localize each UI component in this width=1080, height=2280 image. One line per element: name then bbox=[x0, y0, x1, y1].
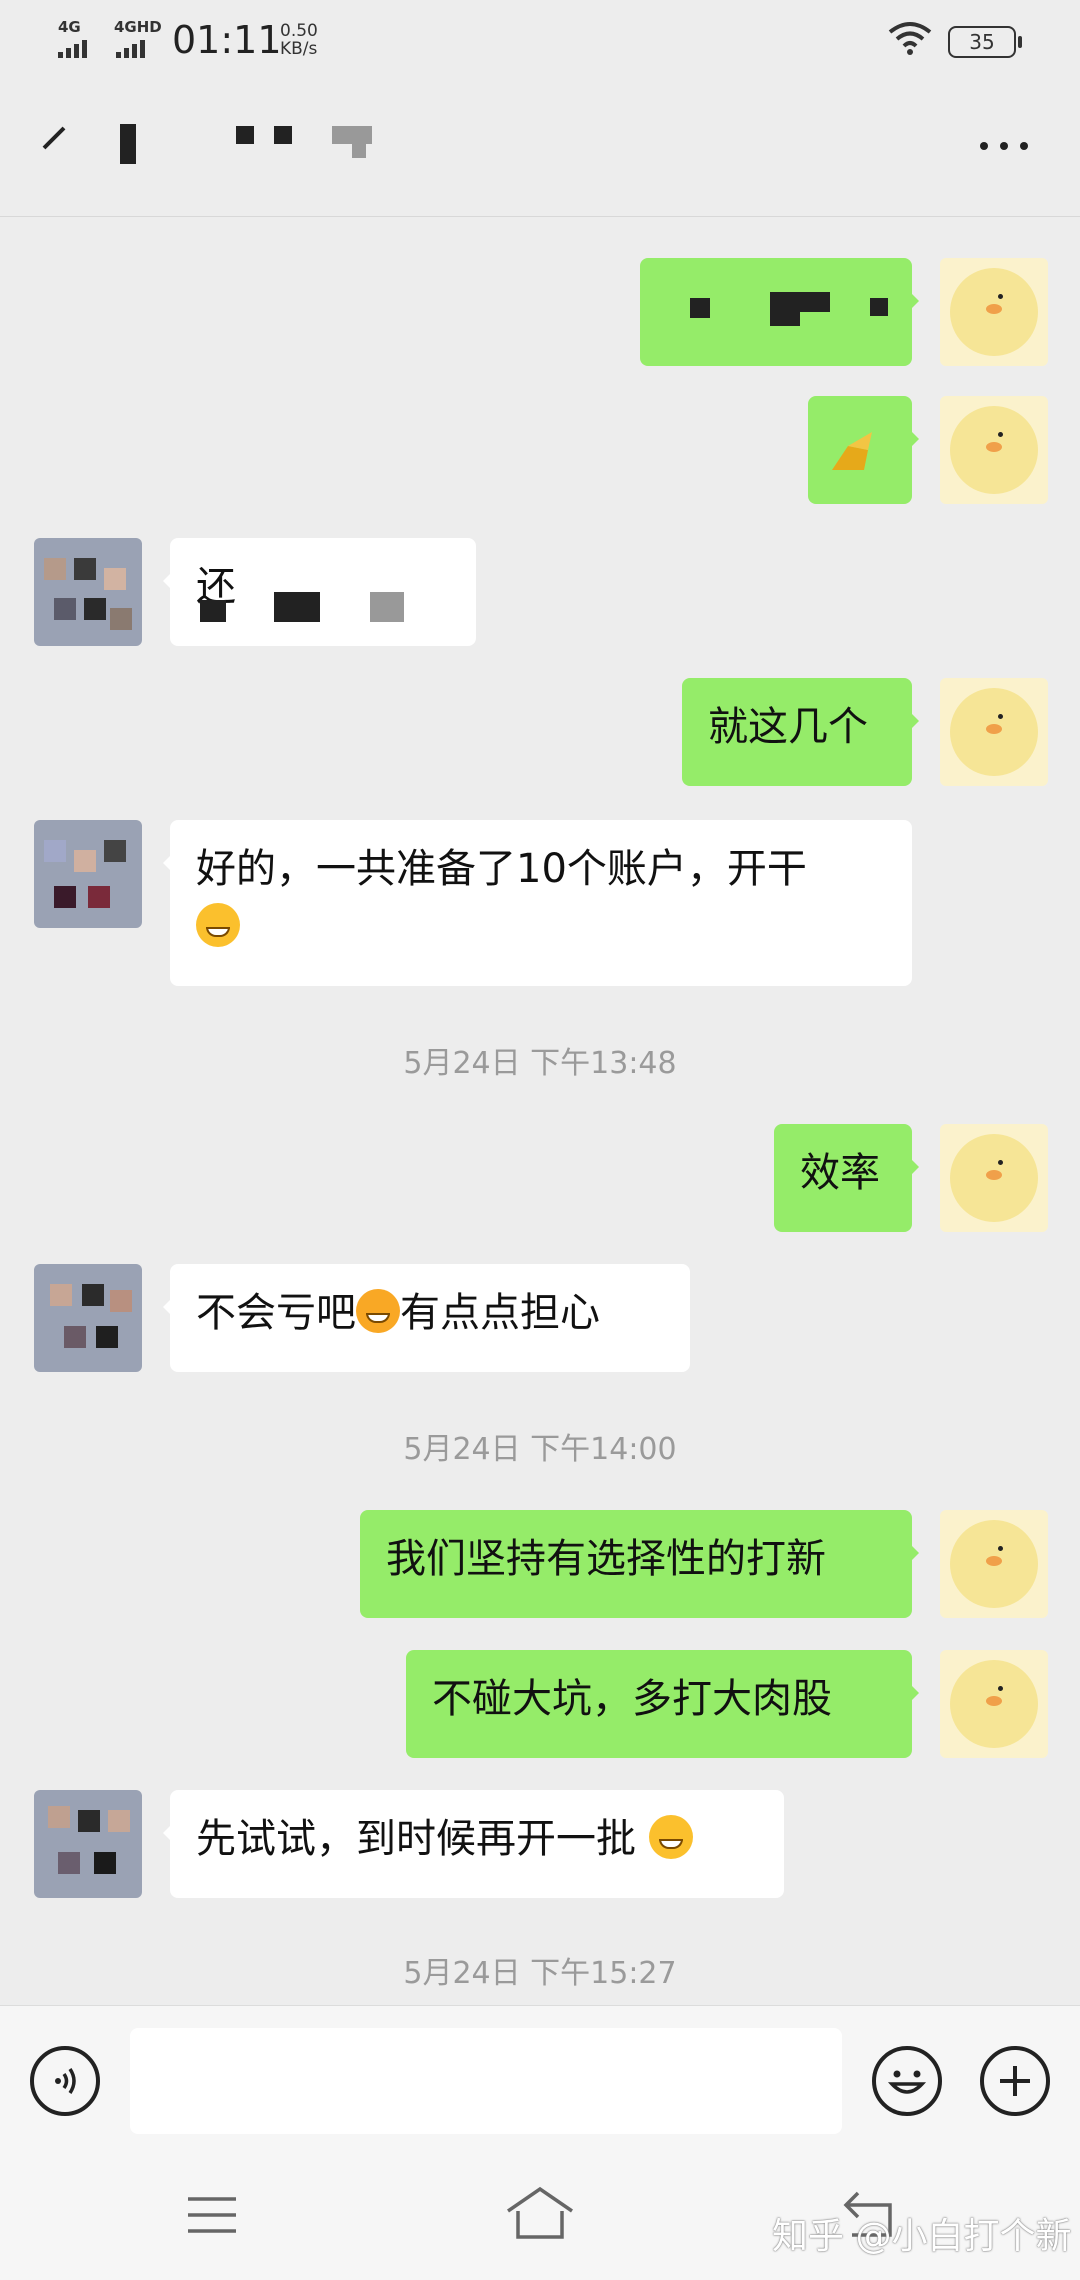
status-bar: 4G 4GHD 01:11 0.50 KB/s 35 bbox=[0, 0, 1080, 80]
voice-icon[interactable] bbox=[30, 2046, 100, 2116]
contact-avatar[interactable] bbox=[34, 820, 142, 928]
back-arrow-icon[interactable] bbox=[36, 124, 72, 164]
timestamp: 5月24日 下午14:00 bbox=[403, 1432, 677, 1467]
speed-value: 0.50 bbox=[280, 21, 318, 41]
sent-text-message[interactable]: 就这几个 bbox=[682, 678, 919, 786]
network-speed: 0.50 KB/s bbox=[280, 22, 318, 58]
emoji-icon[interactable] bbox=[872, 2046, 942, 2116]
my-avatar[interactable] bbox=[940, 258, 1048, 366]
my-avatar[interactable] bbox=[940, 396, 1048, 504]
message-text: 效率 bbox=[800, 1150, 880, 1196]
received-text-message[interactable]: 先试试，到时候再开一批 bbox=[163, 1790, 784, 1898]
sent-text-message[interactable]: 效率 bbox=[774, 1124, 919, 1232]
contact-avatar[interactable] bbox=[34, 1790, 142, 1898]
plus-icon[interactable] bbox=[980, 2046, 1050, 2116]
sent-image-message[interactable] bbox=[808, 396, 919, 504]
cry-laugh-emoji-icon bbox=[356, 1289, 400, 1333]
received-text-message[interactable]: 不会亏吧 有点点担心 bbox=[163, 1264, 690, 1372]
contact-avatar[interactable] bbox=[34, 1264, 142, 1372]
received-text-message[interactable]: 好的，一共准备了10个账户，开干 bbox=[163, 820, 912, 986]
network-indicator-2: 4GHD bbox=[114, 18, 162, 36]
more-dots-icon[interactable] bbox=[976, 136, 1036, 156]
battery-level: 35 bbox=[948, 26, 1022, 58]
wifi-icon bbox=[888, 22, 932, 55]
my-avatar[interactable] bbox=[940, 678, 1048, 786]
sent-text-message[interactable]: 不碰大坑，多打大肉股 bbox=[406, 1650, 919, 1758]
clock: 01:11 bbox=[172, 18, 282, 62]
contact-avatar[interactable] bbox=[34, 538, 142, 646]
message-text: 就这几个 bbox=[708, 704, 868, 750]
message-input[interactable] bbox=[130, 2028, 842, 2134]
message-text-a: 不会亏吧 bbox=[196, 1290, 356, 1336]
watermark: 知乎 @小白打个新 bbox=[772, 2216, 1072, 2257]
signal-bars-2-icon bbox=[116, 38, 145, 58]
message-text-b: 有点点担心 bbox=[400, 1290, 600, 1336]
received-text-message[interactable]: 还 bbox=[163, 538, 476, 646]
message-text: 我们坚持有选择性的打新 bbox=[386, 1536, 826, 1582]
menu-icon[interactable] bbox=[184, 2193, 240, 2237]
sent-image-message[interactable] bbox=[640, 258, 919, 366]
input-bar bbox=[0, 2005, 1080, 2156]
my-avatar[interactable] bbox=[940, 1124, 1048, 1232]
chat-header bbox=[0, 80, 1080, 217]
timestamp: 5月24日 下午15:27 bbox=[403, 1956, 677, 1991]
signal-bars-1-icon bbox=[58, 38, 87, 58]
timestamp: 5月24日 下午13:48 bbox=[403, 1046, 677, 1081]
system-nav-bar: 知乎 @小白打个新 bbox=[0, 2155, 1080, 2280]
chat-title-redacted bbox=[100, 110, 420, 180]
my-avatar[interactable] bbox=[940, 1510, 1048, 1618]
grin-emoji-icon bbox=[196, 903, 240, 947]
sent-text-message[interactable]: 我们坚持有选择性的打新 bbox=[360, 1510, 919, 1618]
message-text: 先试试，到时候再开一批 bbox=[196, 1816, 636, 1862]
image-thumbnail-icon bbox=[832, 432, 872, 470]
grin-emoji-icon bbox=[648, 1815, 693, 1859]
my-avatar[interactable] bbox=[940, 1650, 1048, 1758]
speed-unit: KB/s bbox=[280, 39, 318, 59]
home-icon[interactable] bbox=[504, 2185, 576, 2241]
message-text: 好的，一共准备了10个账户，开干 bbox=[196, 846, 807, 892]
message-text: 不碰大坑，多打大肉股 bbox=[432, 1676, 832, 1722]
network-indicator-1: 4G bbox=[58, 18, 81, 36]
